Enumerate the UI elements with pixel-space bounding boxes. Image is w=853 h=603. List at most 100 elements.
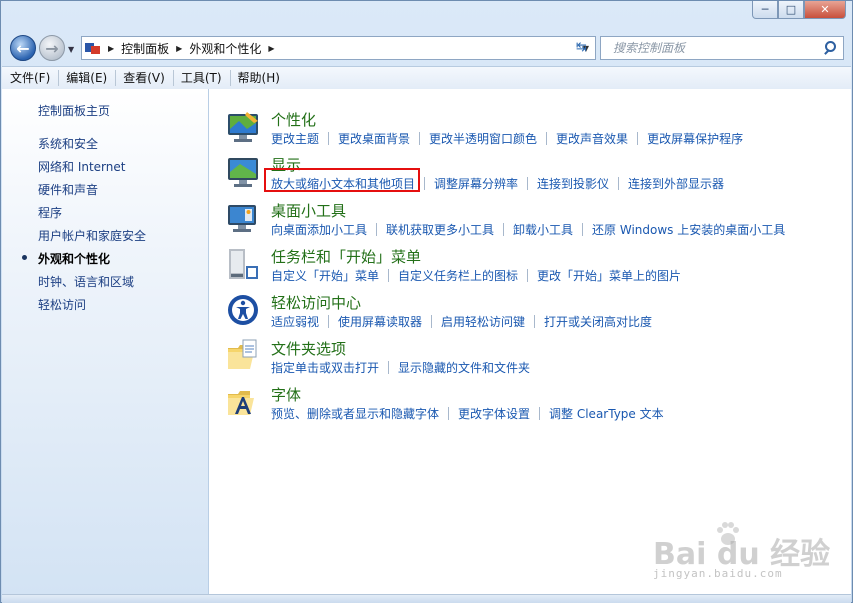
link-window-color[interactable]: 更改半透明窗口颜色 [429, 130, 537, 147]
refresh-icon[interactable]: ↹ [576, 40, 587, 55]
link-screensaver[interactable]: 更改屏幕保护程序 [647, 130, 743, 147]
category-links: 向桌面添加小工具 联机获取更多小工具 卸载小工具 还原 Windows 上安装的… [271, 221, 785, 238]
folder-options-icon [228, 339, 257, 369]
link-taskbar-icons[interactable]: 自定义任务栏上的图标 [398, 267, 518, 284]
category-title[interactable]: 轻松访问中心 [271, 292, 361, 313]
maximize-button[interactable]: □ [778, 1, 804, 19]
title-bar: ─ □ ✕ [1, 1, 852, 31]
status-bar [2, 594, 851, 603]
link-change-theme[interactable]: 更改主题 [271, 130, 319, 147]
link-low-vision[interactable]: 适应弱视 [271, 313, 319, 330]
category-title[interactable]: 字体 [271, 384, 301, 405]
link-show-hidden-files[interactable]: 显示隐藏的文件和文件夹 [398, 359, 530, 376]
link-screen-resolution[interactable]: 调整屏幕分辨率 [434, 175, 518, 192]
divider [534, 315, 536, 328]
divider [582, 223, 584, 236]
link-sound-effects[interactable]: 更改声音效果 [556, 130, 628, 147]
link-font-settings[interactable]: 更改字体设置 [458, 405, 530, 422]
divider [448, 407, 450, 420]
link-single-double-click[interactable]: 指定单击或双击打开 [271, 359, 379, 376]
link-start-picture[interactable]: 更改「开始」菜单上的图片 [537, 267, 681, 284]
back-arrow-icon: ← [16, 38, 30, 58]
menu-file[interactable]: 文件(F) [2, 67, 58, 89]
category-title[interactable]: 文件夹选项 [271, 338, 346, 359]
menu-tools[interactable]: 工具(T) [172, 67, 230, 89]
category-links: 自定义「开始」菜单 自定义任务栏上的图标 更改「开始」菜单上的图片 [271, 267, 681, 284]
personalization-icon [228, 112, 258, 142]
sidebar-item-ease-of-access[interactable]: 轻松访问 [38, 296, 86, 313]
category-title[interactable]: 个性化 [271, 109, 316, 130]
minimize-button[interactable]: ─ [752, 1, 778, 19]
divider [431, 315, 433, 328]
breadcrumb-control-panel[interactable]: 控制面板 [121, 40, 169, 57]
search-input[interactable] [611, 40, 821, 56]
link-restore-gadgets[interactable]: 还原 Windows 上安装的桌面小工具 [592, 221, 785, 238]
sidebar-item-system-security[interactable]: 系统和安全 [38, 135, 98, 152]
category-links: 更改主题 更改桌面背景 更改半透明窗口颜色 更改声音效果 更改屏幕保护程序 [271, 130, 743, 147]
divider [328, 315, 330, 328]
sidebar-item-user-accounts[interactable]: 用户帐户和家庭安全 [38, 227, 146, 244]
close-button[interactable]: ✕ [804, 1, 846, 19]
divider [546, 132, 548, 145]
sidebar-item-clock-language[interactable]: 时钟、语言和区域 [38, 273, 134, 290]
divider [388, 269, 390, 282]
address-bar[interactable]: ▶ 控制面板 ▶ 外观和个性化 ▶ ▼ [81, 36, 596, 60]
link-customize-start[interactable]: 自定义「开始」菜单 [271, 267, 379, 284]
menu-help[interactable]: 帮助(H) [229, 67, 288, 89]
divider [424, 177, 426, 190]
divider [539, 407, 541, 420]
category-links: 适应弱视 使用屏幕读取器 启用轻松访问键 打开或关闭高对比度 [271, 313, 652, 330]
main-content: 个性化 更改主题 更改桌面背景 更改半透明窗口颜色 更改声音效果 更改屏幕保护程… [209, 89, 851, 594]
divider [328, 132, 330, 145]
window-controls: ─ □ ✕ [752, 1, 846, 19]
category-title[interactable]: 任务栏和「开始」菜单 [271, 246, 421, 267]
breadcrumb-separator-icon[interactable]: ▶ [176, 44, 182, 53]
sidebar-item-hardware-sound[interactable]: 硬件和声音 [38, 181, 98, 198]
divider [618, 177, 620, 190]
sidebar-item-programs[interactable]: 程序 [38, 204, 62, 221]
category-links: 预览、删除或者显示和隐藏字体 更改字体设置 调整 ClearType 文本 [271, 405, 664, 422]
menu-bar: 文件(F) 编辑(E) 查看(V) 工具(T) 帮助(H) [2, 66, 851, 90]
link-get-more-gadgets[interactable]: 联机获取更多小工具 [386, 221, 494, 238]
forward-button[interactable]: → [39, 35, 65, 61]
active-bullet-icon [22, 255, 27, 260]
link-preview-fonts[interactable]: 预览、删除或者显示和隐藏字体 [271, 405, 439, 422]
divider [376, 223, 378, 236]
gadgets-icon [228, 205, 256, 232]
divider [419, 132, 421, 145]
control-panel-icon [85, 41, 101, 55]
search-icon[interactable] [821, 39, 839, 57]
link-access-keys[interactable]: 启用轻松访问键 [441, 313, 525, 330]
sidebar-item-home[interactable]: 控制面板主页 [38, 102, 110, 119]
breadcrumb-appearance[interactable]: 外观和个性化 [189, 40, 261, 57]
divider [503, 223, 505, 236]
menu-view[interactable]: 查看(V) [115, 67, 173, 89]
link-cleartype[interactable]: 调整 ClearType 文本 [549, 405, 664, 422]
sidebar: 控制面板主页 系统和安全 网络和 Internet 硬件和声音 程序 用户帐户和… [2, 89, 209, 594]
category-links: 指定单击或双击打开 显示隐藏的文件和文件夹 [271, 359, 530, 376]
breadcrumb-separator-icon[interactable]: ▶ [268, 44, 274, 53]
divider [527, 269, 529, 282]
recent-pages-dropdown-icon[interactable]: ▼ [68, 45, 74, 54]
divider [388, 361, 390, 374]
link-external-display[interactable]: 连接到外部显示器 [628, 175, 724, 192]
divider [527, 177, 529, 190]
sidebar-item-appearance[interactable]: 外观和个性化 [38, 250, 110, 267]
navigation-bar: ← → ▼ ▶ 控制面板 ▶ 外观和个性化 ▶ ▼ ↹ [1, 31, 852, 65]
display-icon [228, 158, 258, 187]
link-change-background[interactable]: 更改桌面背景 [338, 130, 410, 147]
ease-of-access-icon [228, 295, 258, 325]
breadcrumb-separator-icon[interactable]: ▶ [108, 44, 114, 53]
link-screen-reader[interactable]: 使用屏幕读取器 [338, 313, 422, 330]
link-projector[interactable]: 连接到投影仪 [537, 175, 609, 192]
link-uninstall-gadget[interactable]: 卸载小工具 [513, 221, 573, 238]
menu-edit[interactable]: 编辑(E) [58, 67, 115, 89]
search-box[interactable] [600, 36, 844, 60]
link-high-contrast[interactable]: 打开或关闭高对比度 [544, 313, 652, 330]
link-add-gadgets[interactable]: 向桌面添加小工具 [271, 221, 367, 238]
explorer-window: ─ □ ✕ ← → ▼ ▶ 控制面板 ▶ 外观和个性化 ▶ ▼ ↹ 文件(F) … [0, 0, 853, 603]
back-button[interactable]: ← [10, 35, 36, 61]
forward-arrow-icon: → [45, 38, 59, 58]
sidebar-item-network[interactable]: 网络和 Internet [38, 158, 125, 175]
category-title[interactable]: 桌面小工具 [271, 200, 346, 221]
